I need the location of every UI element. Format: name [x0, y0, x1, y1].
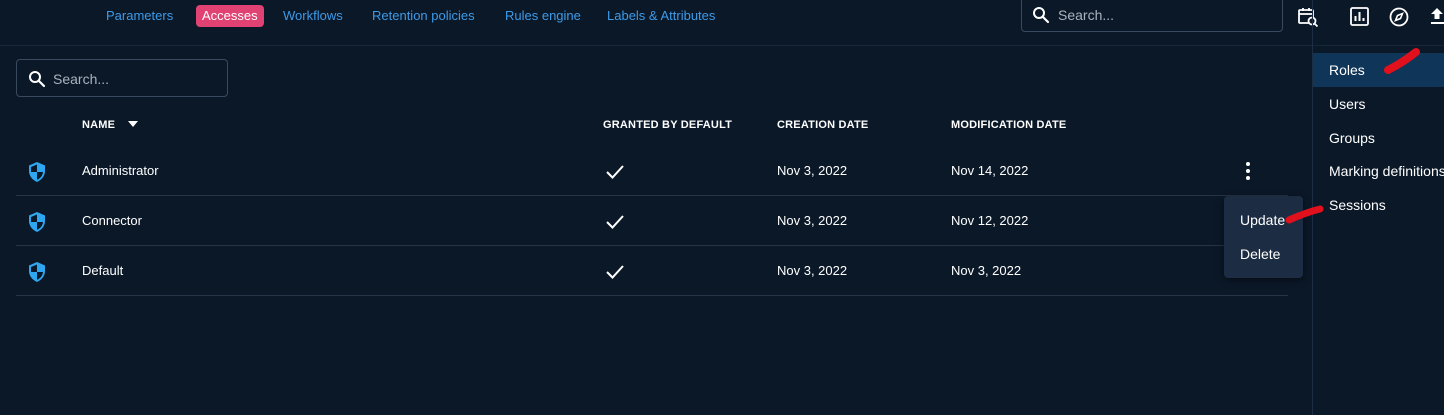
tab-rules-engine[interactable]: Rules engine — [499, 5, 587, 27]
creation-date: Nov 3, 2022 — [777, 163, 848, 178]
role-name: Default — [82, 263, 124, 278]
tab-workflows[interactable]: Workflows — [277, 5, 349, 27]
list-search-input[interactable] — [53, 69, 218, 89]
check-icon — [605, 213, 625, 236]
table-row[interactable]: Default Nov 3, 2022 Nov 3, 2022 — [16, 246, 1288, 296]
tab-accesses[interactable]: Accesses — [196, 5, 264, 27]
page: Parameters Accesses Workflows Retention … — [0, 0, 1444, 415]
shield-icon — [27, 161, 47, 188]
side-menu-item-sessions[interactable]: Sessions — [1313, 188, 1444, 222]
menu-item-delete[interactable]: Delete — [1224, 238, 1303, 270]
role-name: Connector — [82, 213, 142, 228]
search-icon — [1032, 6, 1050, 29]
search-icon — [28, 70, 46, 93]
bar-chart-icon[interactable] — [1349, 6, 1371, 28]
side-menu-item-groups[interactable]: Groups — [1313, 121, 1444, 155]
accesses-side-menu: Roles Users Groups Marking definitions S… — [1313, 46, 1444, 415]
creation-date: Nov 3, 2022 — [777, 263, 848, 278]
side-menu-item-marking-definitions[interactable]: Marking definitions — [1313, 154, 1444, 188]
list-search-box — [16, 59, 228, 97]
tab-retention-policies[interactable]: Retention policies — [366, 5, 481, 27]
top-search-input[interactable] — [1058, 5, 1268, 25]
column-header-modification-date[interactable]: MODIFICATION DATE — [951, 119, 1066, 131]
column-header-creation-date[interactable]: CREATION DATE — [777, 119, 868, 131]
modification-date: Nov 3, 2022 — [951, 263, 1022, 278]
side-menu-item-roles[interactable]: Roles — [1313, 53, 1444, 87]
modification-date: Nov 14, 2022 — [951, 163, 1029, 178]
menu-item-update[interactable]: Update — [1224, 204, 1303, 236]
check-icon — [605, 263, 625, 286]
role-name: Administrator — [82, 163, 159, 178]
table-row[interactable]: Administrator Nov 3, 2022 Nov 14, 2022 — [16, 146, 1288, 196]
top-search-box — [1021, 0, 1283, 32]
column-header-name[interactable]: NAME — [82, 119, 115, 131]
check-icon — [605, 163, 625, 186]
side-menu-item-users[interactable]: Users — [1313, 87, 1444, 121]
upload-icon[interactable] — [1430, 6, 1444, 28]
tab-labels-attributes[interactable]: Labels & Attributes — [601, 5, 721, 27]
creation-date: Nov 3, 2022 — [777, 213, 848, 228]
shield-icon — [27, 261, 47, 288]
column-header-granted[interactable]: GRANTED BY DEFAULT — [603, 119, 732, 131]
table-row[interactable]: Connector Nov 3, 2022 Nov 12, 2022 — [16, 196, 1288, 246]
calendar-search-icon[interactable] — [1297, 6, 1319, 28]
shield-icon — [27, 211, 47, 238]
compass-icon[interactable] — [1388, 6, 1410, 28]
kebab-icon[interactable] — [1238, 160, 1258, 182]
modification-date: Nov 12, 2022 — [951, 213, 1029, 228]
caret-down-icon[interactable] — [128, 121, 138, 127]
row-actions-menu: Update Delete — [1224, 196, 1303, 278]
tab-parameters[interactable]: Parameters — [100, 5, 179, 27]
top-bar: Parameters Accesses Workflows Retention … — [0, 0, 1444, 46]
